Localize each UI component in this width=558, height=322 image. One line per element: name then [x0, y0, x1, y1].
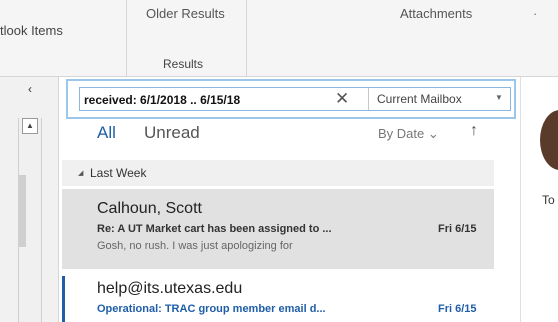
sort-direction-icon[interactable]: ↑ — [470, 122, 478, 140]
ribbon-dot: · — [533, 6, 538, 21]
scroll-up-arrow-icon[interactable]: ▲ — [22, 118, 38, 134]
search-scope-dropdown[interactable]: Current Mailbox — [377, 92, 462, 106]
attachments-button[interactable]: Attachments — [400, 6, 472, 21]
scope-divider — [368, 88, 369, 110]
tab-unread[interactable]: Unread — [144, 123, 200, 143]
message-sender: help@its.utexas.edu — [97, 280, 243, 297]
older-results-button[interactable]: Older Results — [146, 6, 225, 21]
collapse-triangle-icon[interactable]: ◢ — [78, 169, 83, 177]
to-label: To — [542, 193, 555, 207]
chevron-down-icon[interactable]: ▼ — [495, 93, 503, 102]
ribbon — [0, 0, 558, 77]
ribbon-divider — [246, 0, 247, 76]
ribbon-divider — [126, 0, 127, 76]
sort-by-date-dropdown[interactable]: By Date ⌄ — [378, 126, 439, 142]
message-subject: Re: A UT Market cart has been assigned t… — [97, 223, 332, 235]
tab-all[interactable]: All — [97, 123, 116, 143]
outlook-items-label[interactable]: tlook Items — [0, 23, 63, 38]
collapse-chevron-icon[interactable]: ‹ — [28, 82, 32, 96]
message-sender: Calhoun, Scott — [97, 200, 202, 217]
search-input[interactable] — [82, 90, 326, 110]
unread-indicator — [62, 276, 65, 322]
results-group-label: Results — [163, 57, 204, 71]
message-subject: Operational: TRAC group member email d..… — [97, 303, 326, 315]
group-label: Last Week — [90, 166, 147, 180]
message-date: Fri 6/15 — [438, 303, 477, 315]
message-date: Fri 6/15 — [438, 223, 477, 235]
message-preview: Gosh, no rush. I was just apologizing fo… — [97, 240, 293, 252]
clear-search-icon[interactable]: ✕ — [335, 88, 349, 110]
scroll-thumb[interactable] — [18, 175, 26, 247]
